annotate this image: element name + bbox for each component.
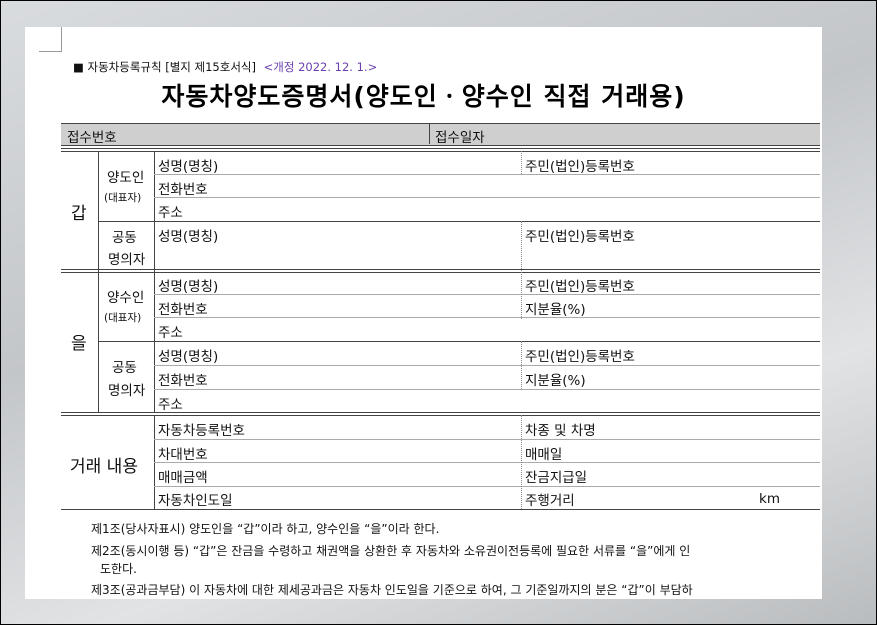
eul-joint-reg-no-field[interactable]: 주민(법인)등록번호 [525, 345, 635, 365]
eul-joint-label: 공동 [112, 360, 137, 376]
row-line [154, 317, 820, 318]
gap-joint-reg-no-field[interactable]: 주민(법인)등록번호 [525, 225, 635, 245]
gap-reg-no-field[interactable]: 주민(법인)등록번호 [525, 155, 635, 175]
mileage-field[interactable]: 주행거리 [525, 489, 575, 509]
gap-joint-label-2: 명의자 [108, 252, 146, 268]
subsection-line [98, 341, 820, 342]
eul-main-label: 양수인 [107, 290, 145, 306]
model-field[interactable]: 차종 및 차명 [525, 419, 596, 439]
row-line [154, 462, 820, 463]
clause-2-cont: 도한다. [100, 562, 137, 576]
clause-2: 제2조(동시이행 등) “갑”은 잔금을 수령하고 채권액을 상환한 후 자동차… [91, 544, 691, 558]
price-field[interactable]: 매매금액 [158, 466, 208, 486]
eul-address-field[interactable]: 주소 [158, 321, 183, 341]
vin-field[interactable]: 차대번호 [158, 443, 208, 463]
row-line [154, 365, 820, 366]
receipt-date-label: 접수일자 [435, 130, 485, 146]
deal-section-label: 거래 내용 [70, 457, 138, 477]
gap-main-sub: (대표자) [104, 192, 142, 204]
eul-name-field[interactable]: 성명(명칭) [158, 275, 218, 295]
page-corner-mark [39, 27, 62, 52]
section-line [61, 415, 820, 416]
field-divider [521, 221, 522, 271]
gap-joint-name-field[interactable]: 성명(명칭) [158, 225, 218, 245]
eul-section-label: 을 [71, 334, 87, 354]
eul-joint-name-field[interactable]: 성명(명칭) [158, 345, 218, 365]
form-ref-text: ■ 자동차등록규칙 [별지 제15호서식] [73, 60, 256, 74]
eul-reg-no-field[interactable]: 주민(법인)등록번호 [525, 275, 635, 295]
row-line [154, 389, 820, 390]
gap-address-field[interactable]: 주소 [158, 201, 183, 221]
gap-name-field[interactable]: 성명(명칭) [158, 155, 218, 175]
gap-phone-field[interactable]: 전화번호 [158, 178, 208, 198]
column-line [154, 151, 155, 413]
mileage-unit: km [759, 491, 780, 507]
row-line [154, 294, 820, 295]
document-page: ■ 자동차등록규칙 [별지 제15호서식] <개정 2022. 12. 1.> … [25, 27, 822, 599]
vehicle-reg-no-field[interactable]: 자동차등록번호 [158, 419, 245, 439]
eul-joint-address-field[interactable]: 주소 [158, 393, 183, 413]
clause-3: 제3조(공과금부담) 이 자동차에 대한 제세공과금은 자동차 인도일을 기준으… [91, 583, 693, 597]
document-title: 자동차양도증명서(양도인ㆍ양수인 직접 거래용) [161, 82, 686, 111]
table-bottom-line [61, 509, 820, 510]
row-line [154, 174, 820, 175]
gap-main-label: 양도인 [107, 170, 145, 186]
revision-date: <개정 2022. 12. 1.> [263, 60, 378, 74]
section-line [61, 151, 820, 152]
row-line [154, 197, 820, 198]
form-reference: ■ 자동차등록규칙 [별지 제15호서식] <개정 2022. 12. 1.> [73, 59, 377, 75]
clause-1: 제1조(당사자표시) 양도인을 “갑”이라 하고, 양수인을 “을”이라 한다. [91, 522, 440, 536]
subsection-line [98, 221, 820, 222]
field-divider [521, 341, 522, 389]
gap-joint-label: 공동 [112, 230, 137, 246]
eul-phone-field[interactable]: 전화번호 [158, 298, 208, 318]
row-line [154, 486, 820, 487]
section-line [61, 148, 820, 149]
balance-date-field[interactable]: 잔금지급일 [525, 466, 587, 486]
column-line [98, 151, 99, 413]
row-line [154, 439, 820, 440]
field-divider [521, 415, 522, 509]
field-divider [521, 151, 522, 174]
eul-joint-label-2: 명의자 [108, 383, 146, 399]
eul-joint-share-field[interactable]: 지분율(%) [525, 369, 586, 389]
section-line [61, 269, 820, 270]
field-divider [521, 272, 522, 319]
eul-joint-phone-field[interactable]: 전화번호 [158, 369, 208, 389]
receipt-divider [429, 123, 430, 144]
eul-share-field[interactable]: 지분율(%) [525, 298, 586, 318]
sale-date-field[interactable]: 매매일 [525, 443, 562, 463]
section-line [61, 272, 820, 273]
eul-main-sub: (대표자) [104, 312, 142, 324]
delivery-date-field[interactable]: 자동차인도일 [158, 489, 233, 509]
receipt-number-label: 접수번호 [67, 130, 117, 146]
gap-section-label: 갑 [71, 204, 87, 224]
